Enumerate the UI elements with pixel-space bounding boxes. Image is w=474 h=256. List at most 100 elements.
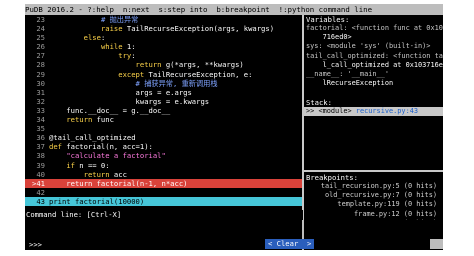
- line-text: return g(*args, **kwargs): [49, 60, 244, 69]
- code-token: def: [49, 142, 62, 152]
- console-scrollbar[interactable]: [430, 239, 443, 249]
- code-line[interactable]: 27 try:: [25, 51, 302, 60]
- command-line-label: Command line: [Ctrl-X]: [25, 210, 303, 220]
- stack-header: Stack:: [304, 98, 443, 107]
- variable-row[interactable]: l_call_optimized at 0x103716e50>: [304, 61, 443, 70]
- line-text: return factorial(n-1, n*acc): [49, 179, 187, 188]
- code-token: return: [66, 115, 93, 125]
- code-token: print factorial(10000): [49, 196, 145, 206]
- clear-button[interactable]: < Clear >: [265, 239, 315, 249]
- breakpoint-row[interactable]: frame.py:12 (0 hits): [304, 210, 443, 219]
- code-token: TailRecurseException(args, kwargs): [122, 24, 275, 34]
- code-line[interactable]: 33 func.__doc__ = g.__doc__: [25, 106, 302, 115]
- code-token: if: [66, 160, 75, 170]
- breakpoints-header: Breakpoints:: [304, 173, 443, 182]
- line-text: except TailRecurseException, e:: [49, 70, 252, 79]
- line-text: return func: [49, 115, 114, 124]
- code-token: raise: [100, 24, 123, 34]
- breakpoint-row[interactable]: tail_recursion.py:5 (0 hits): [304, 182, 443, 191]
- code-line[interactable]: 37 def factorial(n, acc=1):: [25, 142, 302, 151]
- code-token: return: [135, 60, 162, 70]
- line-number: 40: [36, 169, 45, 179]
- variable-row[interactable]: lRecurseException: [304, 79, 443, 88]
- variable-row[interactable]: sys: <module 'sys' (built-in)>: [304, 42, 443, 51]
- line-number: 25: [36, 33, 45, 43]
- code-line[interactable]: 31 args = e.args: [25, 88, 302, 97]
- code-token: while: [100, 42, 123, 52]
- line-text: raise TailRecurseException(args, kwargs): [49, 24, 274, 33]
- variable-row[interactable]: __name__: '__main__': [304, 70, 443, 79]
- breakpoint-row[interactable]: template.py:119 (0 hits): [304, 200, 443, 209]
- code-token: try: [118, 51, 132, 61]
- code-line[interactable]: 30 # 捕获异常, 重新调用栈: [25, 79, 302, 88]
- code-line[interactable]: 26 while 1:: [25, 42, 302, 51]
- line-number: 29: [36, 69, 45, 79]
- code-line[interactable]: 24 raise TailRecurseException(args, kwar…: [25, 24, 302, 33]
- code-token: :: [100, 33, 106, 43]
- code-token: return factorial(n-1, n*acc): [49, 178, 188, 188]
- stack-frame-row[interactable]: >> <module> recursive.py:43: [304, 107, 443, 117]
- line-number: 42: [36, 187, 45, 197]
- line-text: "calculate a factorial": [49, 151, 166, 160]
- code-line[interactable]: 23 # 抛出异常: [25, 15, 302, 24]
- console-prompt[interactable]: >>>: [29, 240, 42, 249]
- code-line[interactable]: 42: [25, 188, 302, 197]
- line-number: >41: [32, 178, 45, 188]
- line-text: if n == 0:: [49, 160, 109, 170]
- code-line[interactable]: 35: [25, 124, 302, 133]
- line-text: print factorial(10000): [49, 197, 144, 206]
- variable-row[interactable]: factorial: <function func at 0x103: [304, 24, 443, 33]
- line-text: # 捕获异常, 重新调用栈: [49, 79, 218, 88]
- panel-divider[interactable]: [304, 170, 443, 172]
- code-token: args = e.args: [49, 87, 192, 97]
- code-line[interactable]: 38 "calculate a factorial": [25, 151, 302, 160]
- code-token: factorial(n, acc=1):: [61, 142, 153, 152]
- code-line[interactable]: 34 return func: [25, 115, 302, 124]
- code-line[interactable]: >41 return factorial(n-1, n*acc): [25, 178, 302, 188]
- variables-panel[interactable]: Variables: factorial: <function func at …: [304, 15, 443, 88]
- stack-frame-prefix: >> <module>: [306, 107, 356, 115]
- variable-row[interactable]: 716ed0>: [304, 33, 443, 42]
- code-token: else: [83, 33, 101, 43]
- code-token: return: [83, 169, 110, 179]
- stack-panel[interactable]: Stack: >> <module> recursive.py:43: [304, 98, 443, 117]
- line-text: kwargs = e.kwargs: [49, 97, 210, 106]
- code-line[interactable]: 39 if n == 0:: [25, 161, 302, 170]
- code-token: g(*args, **kwargs): [161, 60, 244, 70]
- code-token: 1:: [122, 42, 136, 52]
- breakpoint-row[interactable]: old_recursive.py:7 (0 hits): [304, 191, 443, 200]
- code-line[interactable]: 40 return acc: [25, 170, 302, 179]
- code-token: except: [118, 69, 145, 79]
- stack-frame-location: recursive.py:43: [355, 107, 419, 115]
- line-number: 34: [36, 115, 45, 125]
- line-text: try:: [49, 51, 135, 61]
- code-line[interactable]: 25 else:: [25, 33, 302, 42]
- code-line[interactable]: 29 except TailRecurseException, e:: [25, 70, 302, 79]
- code-line[interactable]: 32 kwargs = e.kwargs: [25, 97, 302, 106]
- line-text: @tail_call_optimized: [49, 133, 136, 142]
- code-line[interactable]: 43 print factorial(10000): [25, 196, 302, 206]
- line-number: 36: [36, 133, 45, 143]
- code-token: # 捕获异常, 重新调用栈: [135, 78, 218, 88]
- line-number: 31: [36, 87, 45, 97]
- variable-row[interactable]: tail_call_optimized: <function tai: [304, 52, 443, 61]
- source-code-panel[interactable]: 23 # 抛出异常 24 raise TailRecurseException(a…: [25, 15, 302, 210]
- line-text: def factorial(n, acc=1):: [49, 142, 153, 151]
- line-number: 43: [36, 196, 45, 206]
- command-console[interactable]: >>> < Clear >: [25, 220, 443, 250]
- code-token: @tail_call_optimized: [49, 133, 136, 143]
- code-line[interactable]: 28 return g(*args, **kwargs): [25, 60, 302, 69]
- pudb-terminal: PuDB 2016.2 - ?:help n:next s:step into …: [25, 4, 443, 250]
- line-number: 26: [36, 42, 45, 52]
- code-line[interactable]: 36 @tail_call_optimized: [25, 133, 302, 142]
- code-token: # 抛出异常: [100, 15, 139, 24]
